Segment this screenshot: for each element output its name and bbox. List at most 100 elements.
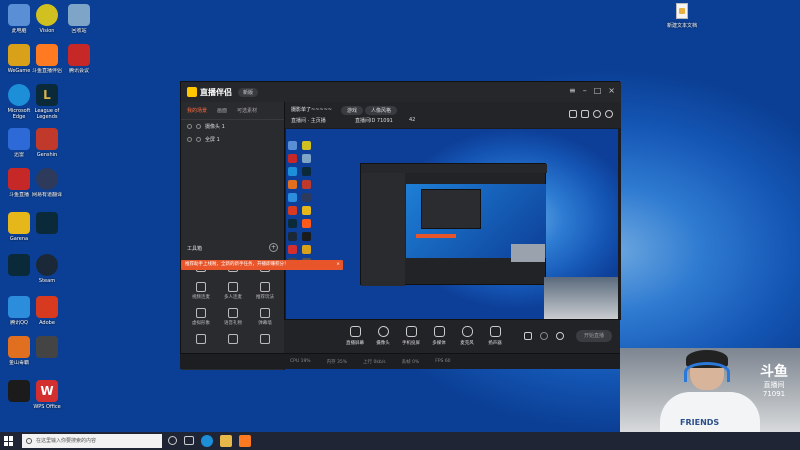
windows-taskbar: 在这里输入你要搜索的内容 — [0, 432, 800, 450]
toolbox-settings-icon[interactable]: + — [269, 243, 278, 252]
desktop-icon-wegame[interactable]: WeGame — [2, 44, 36, 74]
desktop-icon-red-app[interactable]: Genshin — [30, 128, 64, 158]
tool-voice-gift[interactable]: 语音礼物 — [217, 308, 249, 326]
gift-icon[interactable] — [569, 110, 577, 118]
camera-button[interactable]: 摄像头 — [370, 326, 396, 346]
maximize-icon[interactable]: □ — [594, 86, 602, 95]
speaker-button[interactable]: 扬声器 — [482, 326, 508, 346]
toolbox-title: 工具箱 — [187, 246, 203, 252]
toolbox-grid: 视频连麦 多人连麦 推荐玩法 虚拟形象 语音礼物 弹幕墙 — [185, 262, 281, 346]
close-icon[interactable]: × — [608, 86, 615, 95]
file-explorer-icon[interactable] — [220, 435, 232, 447]
desktop-icon-game[interactable] — [30, 336, 64, 360]
stream-title[interactable]: 摄影单了~~~~~ — [291, 106, 332, 113]
logo-icon — [187, 87, 197, 97]
menu-icon[interactable]: ≡ — [569, 86, 576, 95]
screen-capture-button[interactable]: 直播屏幕 — [342, 326, 368, 346]
start-live-button[interactable]: 开始直播 — [576, 330, 612, 342]
app-icon — [36, 128, 58, 150]
app-icon — [68, 44, 90, 66]
recycle-bin-icon — [68, 4, 90, 26]
desktop-icon-new-text-file[interactable]: 新建文本文档 — [667, 3, 697, 29]
bell-icon[interactable] — [593, 110, 601, 118]
app-icon — [8, 128, 30, 150]
lock-icon[interactable] — [196, 137, 201, 142]
headset-icon — [684, 362, 730, 382]
lock-icon[interactable] — [581, 110, 589, 118]
tool-danmaku-wall[interactable]: 弹幕墙 — [249, 308, 281, 326]
microphone-icon — [461, 326, 473, 337]
phone-cast-button[interactable]: 手机投屏 — [398, 326, 424, 346]
phone-icon — [405, 326, 417, 337]
lock-icon[interactable] — [196, 124, 201, 129]
steam-icon — [36, 254, 58, 276]
status-bar: CPU 19% 内存 35% 上行 0kb/s 丢帧 0% FPS 60 — [180, 353, 620, 369]
bottom-controls: 直播屏幕 摄像头 手机投屏 多媒体 麦克风 扬声器 开始直播 — [284, 319, 620, 353]
eye-icon[interactable] — [187, 124, 192, 129]
desktop-icon-lol-3[interactable] — [2, 254, 36, 278]
tool-item[interactable] — [185, 334, 217, 346]
tab-my-scenes[interactable]: 我的场景 — [187, 107, 207, 114]
microphone-button[interactable]: 麦克风 — [454, 326, 480, 346]
share-icon[interactable] — [605, 110, 613, 118]
tool-video-link[interactable]: 视频连麦 — [185, 282, 217, 300]
desktop-icon-adobe[interactable]: Adobe — [30, 296, 64, 326]
close-icon[interactable]: × — [336, 260, 340, 270]
eye-icon[interactable] — [187, 137, 192, 142]
tool-avatar[interactable]: 虚拟形象 — [185, 308, 217, 326]
tool-icon — [260, 334, 270, 344]
tool-icon — [228, 308, 238, 318]
tab-materials[interactable]: 可选素材 — [237, 107, 257, 114]
app-logo: 直播伴侣 — [187, 87, 232, 98]
window-controls: ≡ – □ × — [569, 86, 615, 95]
scene-item[interactable]: 摄像头 1 — [181, 120, 284, 133]
computer-icon — [8, 4, 30, 26]
edge-icon[interactable] — [201, 435, 213, 447]
left-panel: 我的场景 画面 可选素材 摄像头 1 全屏 1 工具箱 + 视频连麦 多人连麦 … — [181, 102, 285, 370]
tool-multi-link[interactable]: 多人连麦 — [217, 282, 249, 300]
lol-icon: L — [36, 84, 58, 106]
tool-item[interactable] — [217, 334, 249, 346]
douyu-watermark: 斗鱼 直播间 71091 — [760, 364, 788, 398]
webcam-preview-thumbnail[interactable] — [544, 277, 618, 319]
mini-desktop-icons — [302, 141, 314, 331]
preview-screen[interactable] — [286, 129, 618, 319]
speaker-icon — [489, 326, 501, 337]
timer-icon[interactable] — [540, 332, 548, 340]
version-badge[interactable]: 新版 — [238, 87, 259, 97]
desktop-icon-recycle-bin[interactable]: 回收站 — [62, 4, 96, 34]
desktop-icon-lol-2[interactable] — [30, 212, 64, 236]
record-icon[interactable] — [524, 332, 532, 340]
desktop-icon-meeting[interactable]: 腾讯会议 — [62, 44, 96, 74]
tab-screen[interactable]: 画面 — [217, 107, 227, 114]
desktop-icon-garena-2[interactable] — [2, 380, 36, 404]
tool-item[interactable] — [249, 334, 281, 346]
tool-icon — [196, 334, 206, 344]
desktop-icon-youdao[interactable]: 斗鱼直播 — [2, 168, 36, 198]
camera-icon — [377, 326, 389, 337]
app-icon — [8, 44, 30, 66]
category-chip[interactable]: 游戏 — [341, 106, 364, 115]
room-info-bar: 摄影单了~~~~~ 游戏 人像风格 直播间 · 主页播 直播间ID 71091 … — [285, 102, 621, 128]
tool-icon — [260, 308, 270, 318]
settings-gear-icon[interactable] — [556, 332, 564, 340]
desktop-icon-lol[interactable]: L League of Legends — [30, 84, 64, 120]
tool-icon — [228, 282, 238, 292]
source-chip[interactable]: 人像风格 — [365, 106, 398, 115]
panel-tabs: 我的场景 画面 可选素材 — [181, 102, 284, 120]
douyu-companion-icon[interactable] — [239, 435, 251, 447]
app-icon — [36, 168, 58, 190]
promo-notice-bar[interactable]: 推荐助手上线啦，全新的新手任务，开播即赚积分！ × — [181, 260, 343, 270]
cortana-icon[interactable] — [168, 436, 177, 445]
lol-icon — [36, 212, 58, 234]
task-view-icon[interactable] — [184, 436, 194, 445]
room-tag: 直播间 · 主页播 — [291, 118, 326, 124]
windows-start-icon[interactable] — [4, 436, 14, 446]
desktop-icon-vision[interactable]: Vision — [30, 4, 64, 34]
media-button[interactable]: 多媒体 — [426, 326, 452, 346]
minimize-icon[interactable]: – — [583, 86, 587, 95]
room-id: 直播间ID 71091 — [355, 118, 393, 124]
taskbar-search-input[interactable]: 在这里输入你要搜索的内容 — [22, 434, 162, 448]
tool-recommend[interactable]: 推荐玩法 — [249, 282, 281, 300]
scene-item[interactable]: 全屏 1 — [181, 133, 284, 146]
